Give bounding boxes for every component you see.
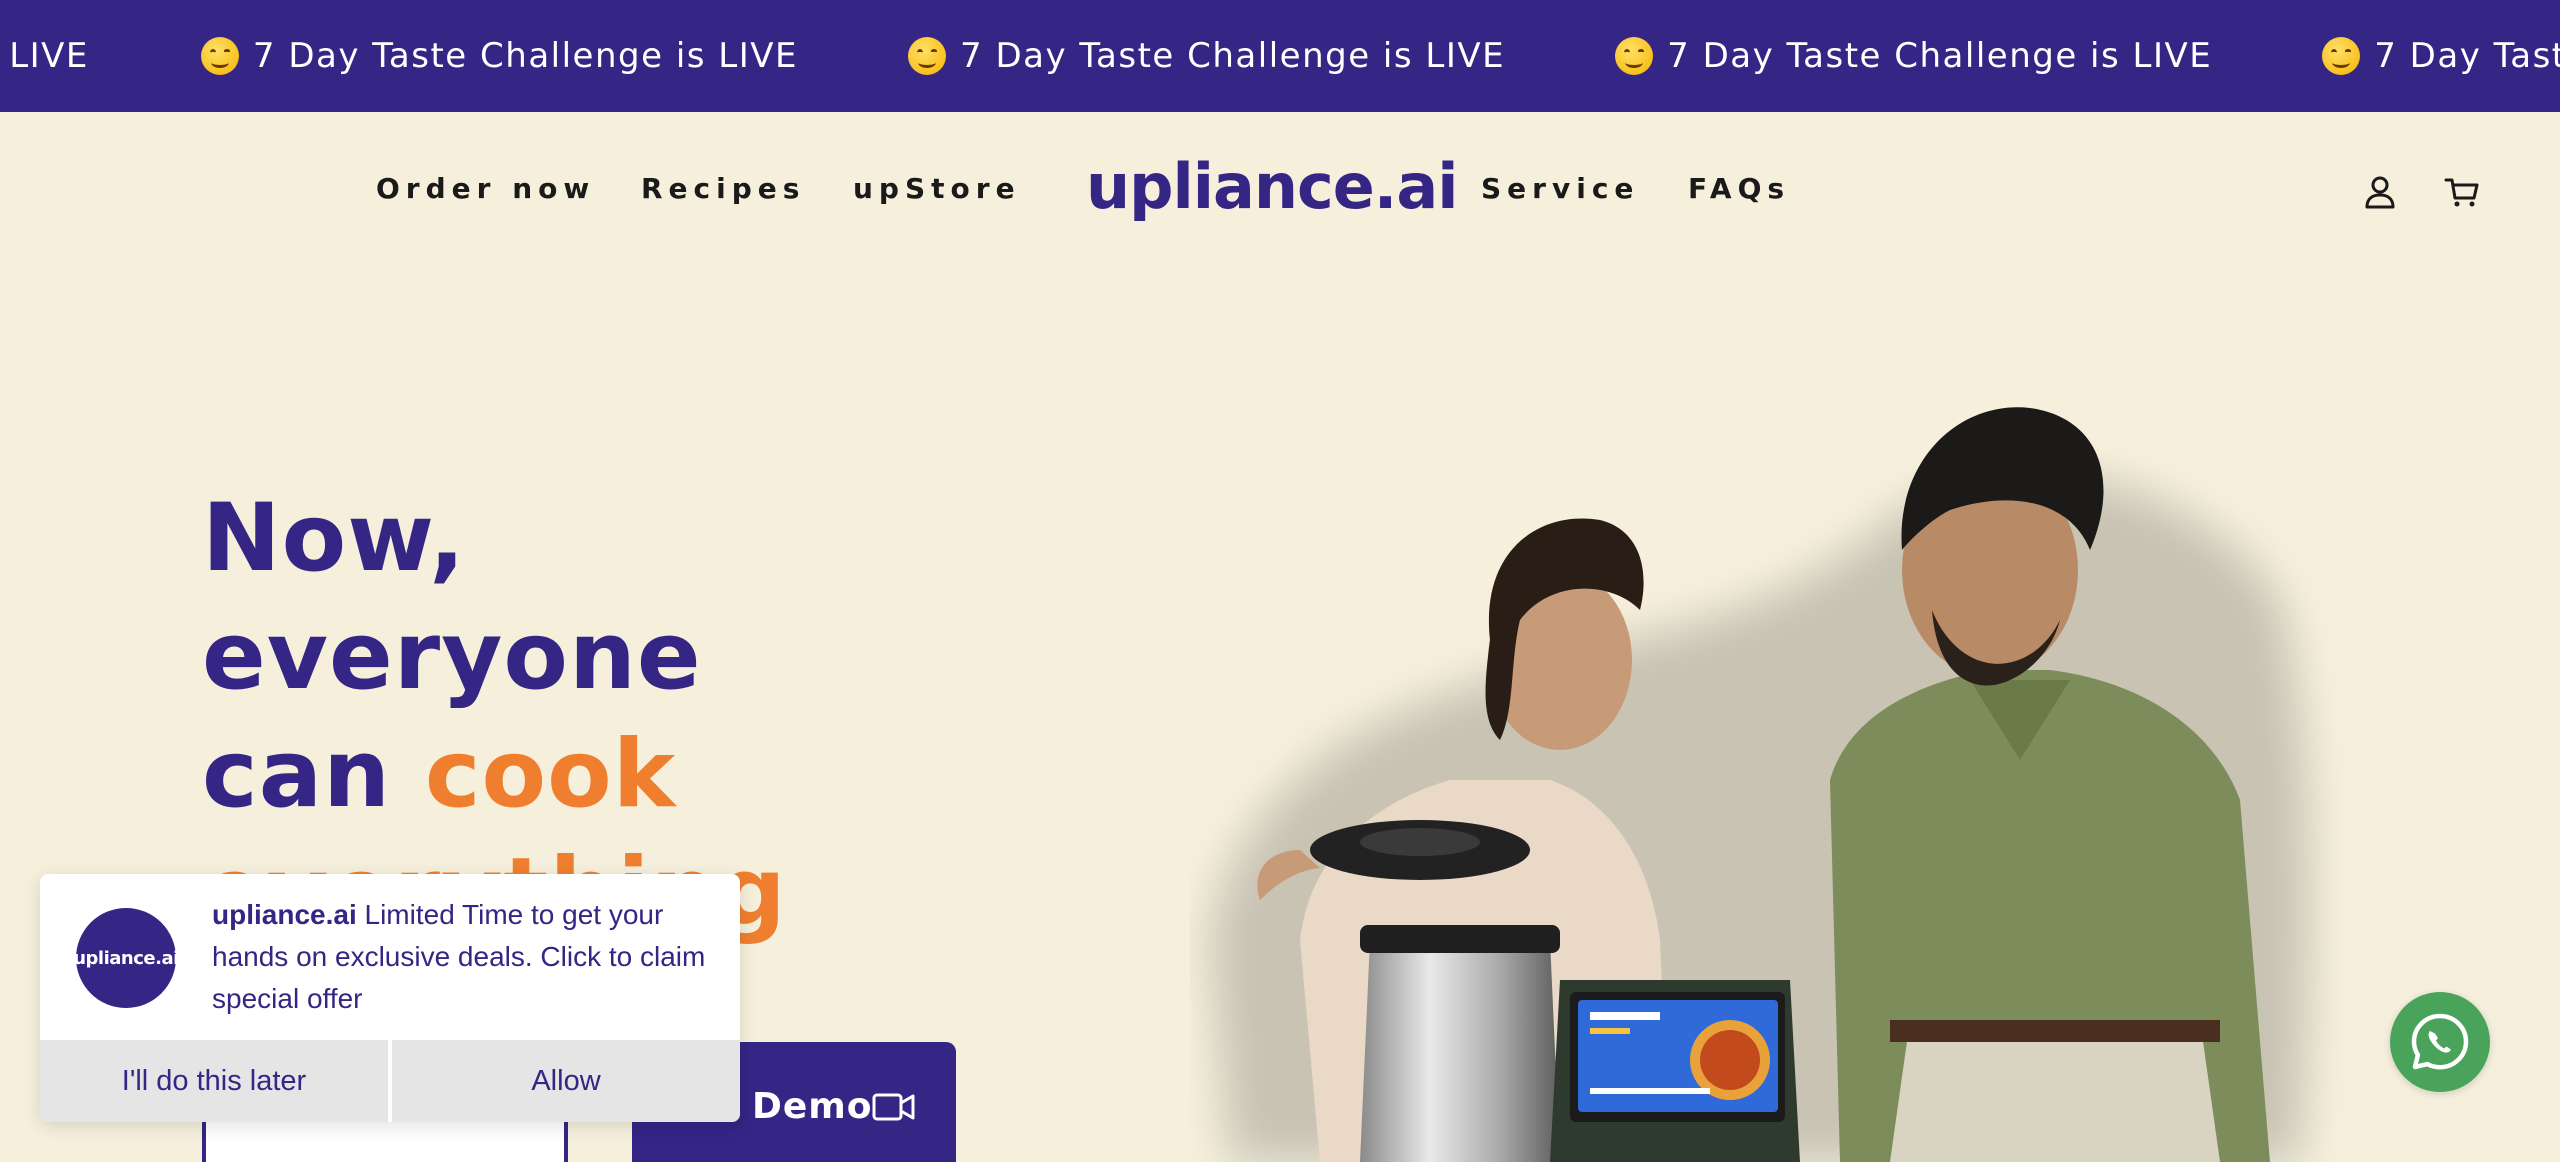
video-camera-icon — [872, 1090, 916, 1124]
user-icon[interactable] — [2360, 172, 2400, 212]
site-header: Order now Recipes upStore upliance.ai Se… — [0, 112, 2560, 272]
hero-line-2: everyone — [202, 602, 702, 711]
hero-accent-cook: cook — [424, 720, 677, 829]
announcement-bar: e is LIVE 7 Day Taste Challenge is LIVE … — [0, 0, 2560, 112]
smiling-face-icon — [908, 37, 947, 75]
announcement-item: 7 Day Taste Challenge is LIVE — [2322, 36, 2560, 76]
demo-button-label: Demo — [752, 1086, 873, 1127]
later-button[interactable]: I'll do this later — [40, 1040, 388, 1122]
nav-upstore[interactable]: upStore — [853, 172, 1021, 205]
hero-image — [1190, 380, 2370, 1162]
popup-message: upliance.ai Limited Time to get your han… — [212, 894, 712, 1020]
announcement-text: 7 Day Taste Challenge is LIVE — [2374, 36, 2560, 76]
hero-line-3: can cook — [202, 716, 787, 834]
smiling-face-icon — [2322, 37, 2361, 75]
popup-avatar-text: upliance.ai — [73, 947, 179, 969]
nav-faqs[interactable]: FAQs — [1688, 172, 1790, 205]
smiling-face-icon — [1615, 37, 1654, 75]
hero-line-1: Now, — [202, 484, 466, 593]
smiling-face-icon — [200, 37, 239, 75]
popup-actions: I'll do this later Allow — [40, 1040, 740, 1122]
announcement-item: 7 Day Taste Challenge is LIVE — [1615, 36, 2212, 76]
announcement-text: 7 Day Taste Challenge is LIVE — [1667, 36, 2213, 76]
announcement-text: 7 Day Taste Challenge is LIVE — [960, 36, 1506, 76]
announcement-item: 7 Day Taste Challenge is LIVE — [200, 36, 799, 76]
whatsapp-icon — [2411, 1013, 2469, 1070]
announcement-track: e is LIVE 7 Day Taste Challenge is LIVE … — [0, 0, 2560, 112]
cart-icon[interactable] — [2442, 172, 2482, 212]
nav-service[interactable]: Service — [1481, 172, 1639, 205]
nav-order-now[interactable]: Order now — [376, 172, 595, 205]
popup-avatar: upliance.ai — [73, 908, 179, 1008]
nav-recipes[interactable]: Recipes — [641, 172, 805, 205]
popup-brand: upliance.ai — [212, 899, 357, 930]
notification-popup: upliance.ai upliance.ai Limited Time to … — [40, 874, 740, 1122]
hero-line-3-text: can — [202, 720, 425, 829]
announcement-text: e is LIVE — [0, 36, 89, 76]
announcement-text: 7 Day Taste Challenge is LIVE — [252, 36, 799, 76]
whatsapp-button[interactable] — [2390, 992, 2490, 1092]
announcement-item: e is LIVE — [0, 36, 89, 76]
announcement-item: 7 Day Taste Challenge is LIVE — [908, 36, 1505, 76]
site-logo[interactable]: upliance.ai — [1086, 150, 1458, 223]
allow-button[interactable]: Allow — [388, 1040, 740, 1122]
